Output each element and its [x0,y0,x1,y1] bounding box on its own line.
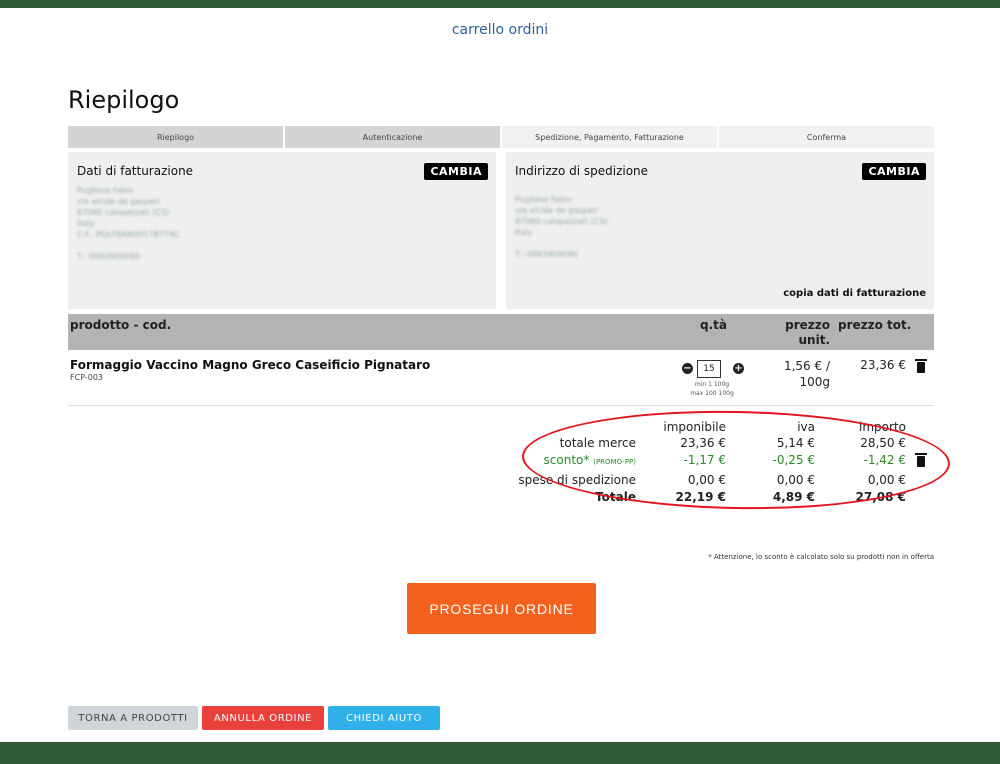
shipping-line: Italy [515,228,533,237]
proceed-order-button[interactable]: PROSEGUI ORDINE [407,583,596,634]
col-unit-price: prezzo unit. [782,318,830,348]
product-unit-price: 1,56 € / 100g [760,358,830,390]
product-name[interactable]: Formaggio Vaccino Magno Greco Caseificio… [70,358,430,372]
ask-help-button[interactable]: CHIEDI AIUTO [328,706,440,730]
divider [68,405,934,406]
billing-line: via alcide de gasperi [77,197,160,206]
table-header: prodotto - cod. q.tà prezzo unit. prezzo… [68,314,934,350]
billing-line: Pugliese Fabio [77,186,134,195]
remove-product-trash-icon[interactable] [915,359,927,373]
copy-billing-link[interactable]: copia dati di fatturazione [783,288,926,299]
checkout-steps: Riepilogo Autenticazione Spedizione, Pag… [68,126,934,148]
billing-change-button[interactable]: CAMBIA [424,163,488,180]
shipping-title: Indirizzo di spedizione [515,164,649,178]
cart-title: carrello ordini [451,22,549,38]
shipping-line: via alcide de gasperi [515,206,598,215]
step-riepilogo[interactable]: Riepilogo [68,126,283,148]
unit-price-value: 1,56 € / [783,359,830,373]
col-qty: q.tà [700,318,727,332]
col-unit-price-line1: prezzo [785,318,830,332]
step-conferma[interactable]: Conferma [719,126,934,148]
shipping-box: Indirizzo di spedizione CAMBIA Pugliese … [506,152,934,309]
top-bar [0,0,1000,8]
product-code: FCP-003 [70,373,103,382]
shipping-line: Pugliese Fabio [515,195,572,204]
cancel-order-button[interactable]: ANNULLA ORDINE [202,706,324,730]
page-title: Riepilogo [68,86,180,114]
col-total-price: prezzo tot. [838,318,912,332]
back-to-products-button[interactable]: TORNA A PRODOTTI [68,706,198,730]
col-unit-price-line2: unit. [798,333,831,347]
col-product: prodotto - cod. [70,318,172,332]
qty-min: min 1 100g [694,381,730,388]
billing-line: C.F.: PGLFBA80H17B774C [77,230,180,239]
billing-title: Dati di fatturazione [77,164,194,178]
shipping-address: Pugliese Fabio via alcide de gasperi 870… [515,194,608,260]
step-spedizione[interactable]: Spedizione, Pagamento, Fatturazione [502,126,717,148]
qty-input[interactable]: 15 [697,360,721,378]
billing-address: Pugliese Fabio via alcide de gasperi 870… [77,185,180,262]
discount-note: * Attenzione, lo sconto è calcolato solo… [708,553,934,561]
billing-line: 87060 calopezzati (CS) [77,208,170,217]
shipping-change-button[interactable]: CAMBIA [862,163,926,180]
billing-line: Italy [77,219,95,228]
qty-decrease-icon[interactable]: − [682,363,693,374]
unit-price-unit: 100g [799,375,830,389]
bottom-bar [0,742,1000,764]
step-autenticazione[interactable]: Autenticazione [285,126,500,148]
qty-max: max 100 100g [690,390,734,397]
billing-box: Dati di fatturazione CAMBIA Pugliese Fab… [68,152,496,309]
billing-line: T.: 0983909090 [77,252,140,261]
shipping-line: T.: 0983909090 [515,250,578,259]
product-total: 23,36 € [860,358,906,372]
qty-increase-icon[interactable]: + [733,363,744,374]
shipping-line: 87060 calopezzati (CS) [515,217,608,226]
